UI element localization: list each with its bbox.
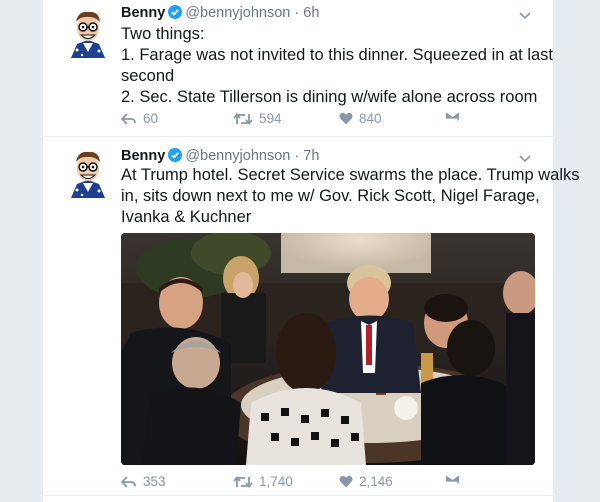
reply-count: 60 — [143, 111, 159, 126]
user-handle[interactable]: @bennyjohnson — [185, 148, 290, 164]
avatar[interactable] — [63, 148, 113, 198]
retweet-button[interactable]: 1,740 — [233, 474, 293, 489]
tweet-text-line: Ivanka & Kuchner — [121, 208, 252, 226]
tweet-text-line: Two things: — [121, 25, 205, 43]
direct-message-button[interactable] — [445, 474, 460, 486]
reply-button[interactable]: 60 — [121, 111, 158, 126]
retweet-button[interactable]: 594 — [233, 111, 282, 126]
direct-message-icon — [445, 474, 460, 486]
separator: · — [290, 148, 304, 164]
timeline: Benny @bennyjohnson · 6h Two things: 1. F… — [42, 0, 580, 502]
direct-message-button[interactable] — [445, 111, 460, 123]
user-handle[interactable]: @bennyjohnson — [185, 5, 290, 21]
tweet-text: Two things: 1. Farage was not invited to… — [121, 24, 554, 108]
tweet-text-line: second — [121, 67, 175, 85]
like-button[interactable]: 2,146 — [339, 474, 393, 489]
avatar[interactable] — [63, 8, 113, 58]
separator: · — [290, 5, 304, 21]
avatar-cartoon-icon — [63, 148, 113, 198]
tweet-text-line: in, sits down next to me w/ Gov. Rick Sc… — [121, 187, 540, 205]
timestamp[interactable]: 7h — [303, 148, 319, 164]
like-icon — [339, 112, 353, 125]
verified-badge-icon — [168, 148, 183, 162]
tweet-header: Benny @bennyjohnson · 6h — [121, 5, 319, 21]
retweet-icon — [233, 475, 253, 488]
retweet-count: 594 — [259, 111, 282, 126]
reply-button[interactable]: 353 — [121, 474, 166, 489]
tweet-text-line: 1. Farage was not invited to this dinner… — [121, 46, 554, 64]
like-icon — [339, 475, 353, 488]
tweet-text-line: At Trump hotel. Secret Service swarms th… — [121, 166, 580, 184]
caret-down-icon[interactable] — [519, 152, 533, 166]
like-count: 840 — [359, 111, 382, 126]
display-name[interactable]: Benny — [121, 148, 165, 164]
display-name[interactable]: Benny — [121, 5, 165, 21]
tweet[interactable]: Benny @bennyjohnson · 7h At Trump hotel. … — [43, 137, 580, 496]
like-count: 2,146 — [359, 474, 393, 489]
timestamp[interactable]: 6h — [303, 5, 319, 21]
retweet-icon — [233, 112, 253, 125]
direct-message-icon — [445, 111, 460, 123]
caret-down-icon[interactable] — [519, 9, 533, 23]
tweet-header: Benny @bennyjohnson · 7h — [121, 148, 319, 164]
reply-icon — [121, 475, 136, 488]
reply-icon — [121, 112, 136, 125]
tweet-text: At Trump hotel. Secret Service swarms th… — [121, 165, 580, 228]
reply-count: 353 — [143, 474, 166, 489]
like-button[interactable]: 840 — [339, 111, 382, 126]
retweet-count: 1,740 — [259, 474, 293, 489]
tweet-photo[interactable] — [121, 233, 535, 465]
verified-badge-icon — [168, 5, 183, 19]
avatar-cartoon-icon — [63, 8, 113, 58]
tweet-text-line: 2. Sec. State Tillerson is dining w/wife… — [121, 88, 538, 106]
tweet[interactable]: Benny @bennyjohnson · 6h Two things: 1. F… — [43, 0, 553, 137]
dinner-photo-illustration — [121, 233, 535, 465]
